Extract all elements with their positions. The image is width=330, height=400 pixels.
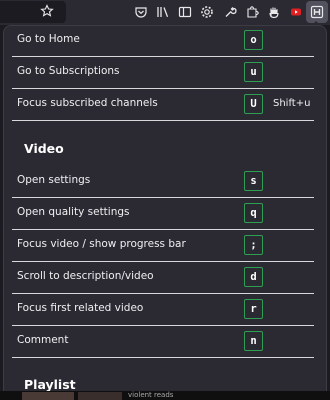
section-title-video: Video <box>24 141 64 156</box>
url-bar[interactable] <box>0 1 66 23</box>
pocket-icon[interactable] <box>134 5 148 19</box>
shortcut-key: o <box>244 30 263 50</box>
browser-window: Go to Home o Go to Subscriptions u Focus… <box>0 0 330 400</box>
shortcut-row-focus-subscribed: Focus subscribed channels U Shift+u <box>12 89 314 121</box>
shortcut-label: Focus subscribed channels <box>17 97 158 109</box>
shortcut-key: ; <box>244 235 263 255</box>
section-title-playlist: Playlist <box>24 377 76 392</box>
shortcut-row-go-home: Go to Home o <box>12 26 314 57</box>
shortcut-row-open-settings: Open settings s <box>12 166 314 198</box>
browser-toolbar <box>0 0 330 25</box>
shortcut-key: q <box>244 203 263 223</box>
shortcut-alt-key: Shift+u <box>273 98 311 109</box>
shortcut-row-scroll-description: Scroll to description/video d <box>12 262 314 294</box>
shortcut-key: u <box>244 62 263 82</box>
youtube-ext-icon[interactable] <box>289 5 303 19</box>
keyboard-shortcuts-ext-button[interactable] <box>306 1 328 23</box>
shortcut-label: Open settings <box>17 174 91 186</box>
video-thumbnail[interactable] <box>78 392 122 400</box>
shortcut-label: Focus first related video <box>17 302 144 314</box>
extensions-icon[interactable] <box>245 5 259 19</box>
video-title-text[interactable]: violent reads <box>128 391 173 399</box>
shortcut-key: r <box>244 299 263 319</box>
shortcut-row-focus-related: Focus first related video r <box>12 294 314 326</box>
shortcut-label: Focus video / show progress bar <box>17 238 186 250</box>
hand-icon[interactable] <box>267 5 281 19</box>
shortcut-label: Comment <box>17 334 69 346</box>
shortcut-row-go-subscriptions: Go to Subscriptions u <box>12 57 314 89</box>
shortcut-row-comment: Comment n <box>12 326 314 358</box>
shortcut-key: d <box>244 267 263 287</box>
shortcut-row-focus-video: Focus video / show progress bar ; <box>12 230 314 262</box>
tools-icon[interactable] <box>223 5 237 19</box>
star-icon[interactable] <box>40 4 54 18</box>
shortcut-key: n <box>244 331 263 351</box>
keyboard-shortcuts-ext-icon <box>310 5 324 19</box>
library-icon[interactable] <box>156 5 170 19</box>
shortcut-key: U <box>244 94 263 114</box>
settings-icon[interactable] <box>200 5 214 19</box>
shortcut-label: Open quality settings <box>17 206 130 218</box>
shortcut-label: Go to Subscriptions <box>17 65 120 77</box>
shortcut-label: Go to Home <box>17 33 80 45</box>
sidebar-icon[interactable] <box>178 5 192 19</box>
shortcut-key: s <box>244 171 263 191</box>
shortcut-label: Scroll to description/video <box>17 270 154 282</box>
video-thumbnail[interactable] <box>22 392 74 400</box>
shortcuts-popup: Go to Home o Go to Subscriptions u Focus… <box>3 25 327 400</box>
shortcut-row-open-quality: Open quality settings q <box>12 198 314 230</box>
